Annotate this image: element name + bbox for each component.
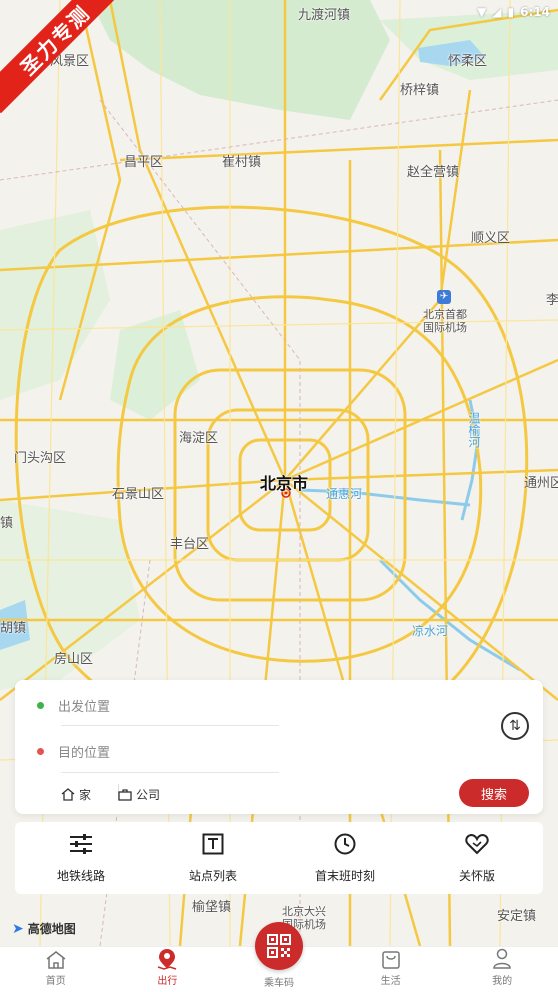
tools-bar: 地铁线路 站点列表 首末班时刻 关怀版 bbox=[15, 822, 543, 894]
map-label-fengtai: 丰台区 bbox=[170, 537, 210, 552]
map-label-qiaozi: 桥梓镇 bbox=[400, 83, 440, 98]
battery-icon: ▮ bbox=[507, 5, 515, 19]
nav-qr-label[interactable]: 乘车码 bbox=[248, 974, 310, 989]
nav-life[interactable]: 生活 bbox=[356, 948, 426, 987]
to-row[interactable]: 目的位置 bbox=[37, 742, 110, 761]
from-input[interactable]: 出发位置 bbox=[58, 696, 110, 715]
amap-logo: ➤ 高德地图 bbox=[12, 920, 76, 937]
nav-label: 首页 bbox=[45, 976, 66, 987]
tool-label: 站点列表 bbox=[188, 868, 237, 883]
tool-care-mode[interactable]: 关怀版 bbox=[422, 833, 532, 884]
map-label-haidian: 海淀区 bbox=[179, 431, 219, 446]
tool-label: 关怀版 bbox=[458, 868, 495, 883]
map-pin-icon bbox=[158, 949, 177, 970]
map-label-cuicun: 崔村镇 bbox=[222, 155, 262, 170]
nav-travel[interactable]: 出行 bbox=[132, 948, 202, 987]
home-icon bbox=[46, 951, 66, 969]
map-label-liangshuihe: 凉水河 bbox=[412, 624, 449, 638]
map-label-fangshan: 房山区 bbox=[54, 652, 94, 667]
tool-label: 地铁线路 bbox=[56, 868, 105, 883]
map-label-mentougou: 门头沟区 bbox=[14, 451, 67, 466]
company-shortcut[interactable]: 公司 bbox=[118, 786, 160, 803]
map-label-city: 北京市 bbox=[260, 474, 309, 493]
start-dot-icon bbox=[37, 702, 44, 709]
map-label-tonghuihe: 通惠河 bbox=[326, 487, 363, 501]
airport-icon: ✈ bbox=[437, 290, 451, 304]
map-label-li: 李 bbox=[546, 293, 558, 308]
map-label-changping: 昌平区 bbox=[124, 155, 164, 170]
map-label-jiudu: 九渡河镇 bbox=[298, 8, 351, 23]
user-icon bbox=[493, 948, 511, 969]
station-list-icon bbox=[202, 833, 224, 854]
ride-qr-button[interactable] bbox=[255, 922, 303, 970]
from-row[interactable]: 出发位置 bbox=[37, 696, 110, 715]
home-label: 家 bbox=[79, 788, 92, 802]
map-label-tongzhou: 通州区 bbox=[524, 476, 558, 491]
swap-arrows-icon: ⇅ bbox=[509, 718, 521, 734]
home-icon bbox=[61, 788, 75, 801]
company-label: 公司 bbox=[136, 788, 161, 802]
map-label-shijingshan: 石景山区 bbox=[112, 487, 165, 502]
to-input[interactable]: 目的位置 bbox=[58, 742, 110, 761]
briefcase-icon bbox=[118, 788, 132, 801]
map-label-zhen1: 镇 bbox=[0, 516, 14, 531]
shopping-bag-icon bbox=[381, 951, 400, 969]
qr-code-icon bbox=[267, 934, 291, 958]
heart-icon bbox=[465, 833, 489, 854]
map-label-anding: 安定镇 bbox=[497, 909, 537, 924]
nav-label: 出行 bbox=[157, 976, 178, 987]
map-label-huairou: 怀柔区 bbox=[448, 54, 488, 69]
tool-timetable[interactable]: 首末班时刻 bbox=[290, 833, 400, 884]
amap-logo-text: 高德地图 bbox=[27, 922, 76, 936]
divider bbox=[61, 725, 279, 726]
nav-label: 我的 bbox=[492, 976, 513, 987]
end-dot-icon bbox=[37, 748, 44, 755]
tool-metro-lines[interactable]: 地铁线路 bbox=[26, 833, 136, 884]
home-shortcut[interactable]: 家 bbox=[61, 786, 91, 803]
clock-icon bbox=[334, 833, 356, 854]
map-label-shunyi: 顺义区 bbox=[471, 231, 511, 246]
nav-label: 生活 bbox=[380, 976, 401, 987]
map-label-zhen2: 胡镇 bbox=[0, 621, 27, 636]
status-time: 6:14 bbox=[520, 5, 550, 19]
tool-station-list[interactable]: 站点列表 bbox=[158, 833, 268, 884]
map-label-yufa: 榆垡镇 bbox=[192, 900, 232, 915]
status-bar: ▼ ◢ ▮ 6:14 bbox=[477, 0, 558, 24]
swap-button[interactable]: ⇅ bbox=[501, 712, 529, 740]
route-card: 出发位置 目的位置 ⇅ 家 公司 搜索 bbox=[15, 680, 543, 814]
location-arrow-icon: ➤ bbox=[12, 920, 24, 937]
map-label-airport: 北京首都 国际机场 bbox=[423, 308, 467, 334]
nav-mine[interactable]: 我的 bbox=[467, 948, 537, 987]
map-label-zhaoquanying: 赵全营镇 bbox=[407, 165, 460, 180]
map-label-wenyuhe: 温榆河 bbox=[467, 412, 481, 448]
signal-icon: ◢ bbox=[492, 5, 502, 19]
tool-label: 首末班时刻 bbox=[314, 868, 375, 883]
sliders-icon bbox=[70, 833, 92, 854]
search-button[interactable]: 搜索 bbox=[459, 779, 529, 807]
wifi-icon: ▼ bbox=[477, 5, 487, 19]
nav-home[interactable]: 首页 bbox=[21, 950, 91, 987]
divider bbox=[61, 772, 279, 773]
